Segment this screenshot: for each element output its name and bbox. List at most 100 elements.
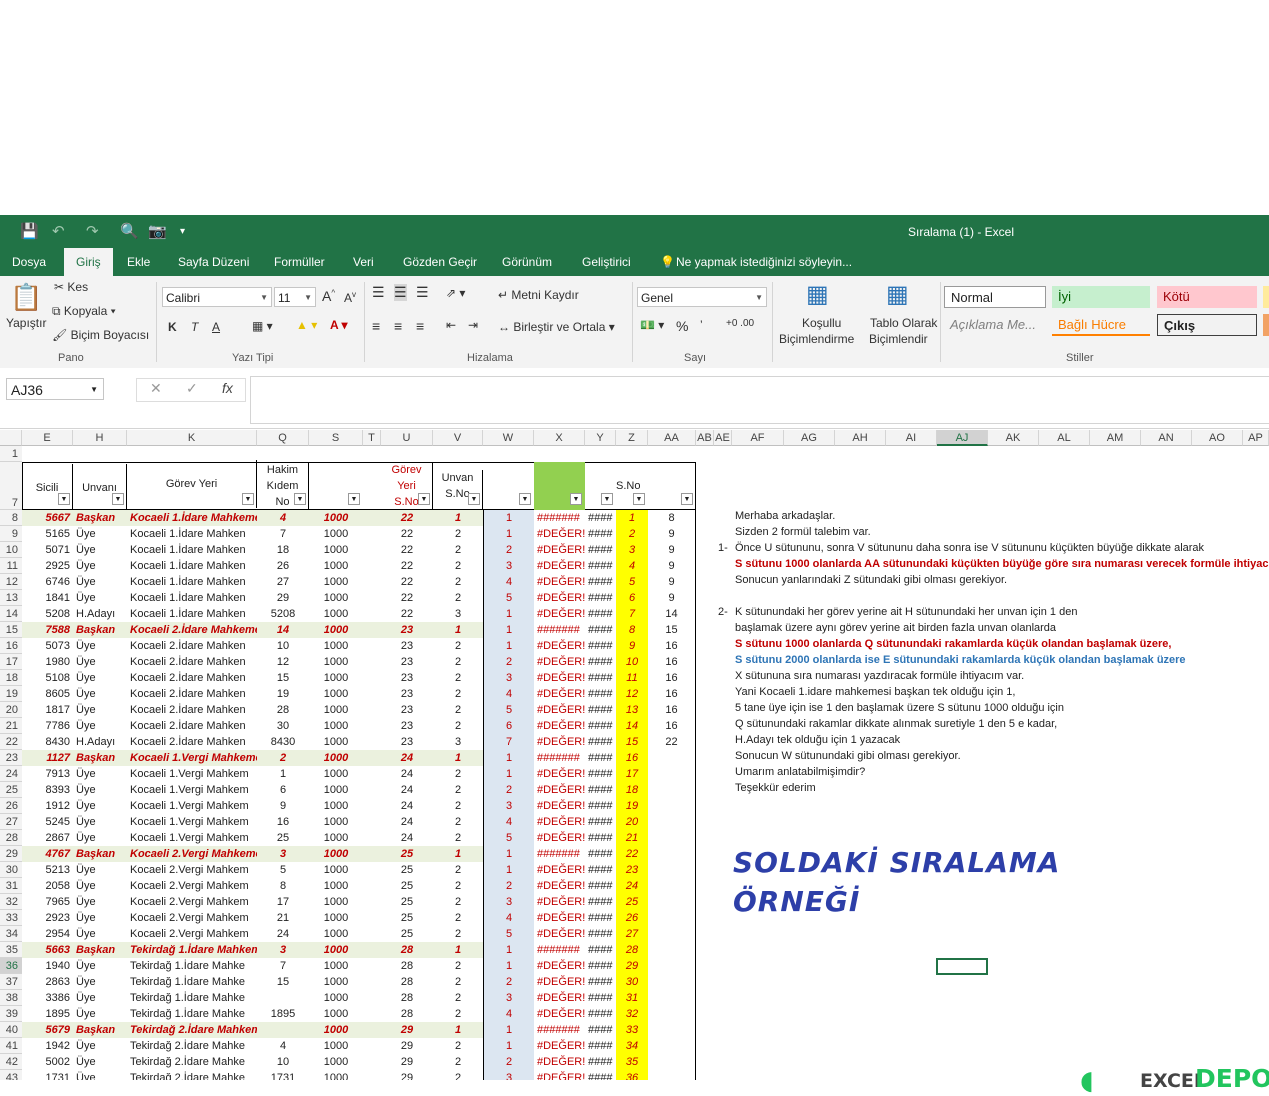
cell-x[interactable]: #DEĞER! [534, 814, 585, 830]
cell-q[interactable]: 3 [257, 942, 309, 958]
row-header[interactable]: 28 [0, 830, 22, 846]
cell-s[interactable]: 1000 [309, 686, 363, 702]
row-header[interactable]: 32 [0, 894, 22, 910]
cell-k[interactable]: Kocaeli 1.Vergi Mahkem [127, 814, 257, 830]
cell-w[interactable]: 4 [483, 574, 534, 590]
conditional-format-label2[interactable]: Biçimlendirme [779, 332, 854, 346]
cell-k[interactable]: Kocaeli 2.Vergi Mahkem [127, 862, 257, 878]
cell-v[interactable]: 2 [433, 766, 483, 782]
row-header[interactable]: 14 [0, 606, 22, 622]
cell-v[interactable]: 1 [433, 846, 483, 862]
cell-z[interactable]: 35 [616, 1054, 648, 1070]
cell-s[interactable]: 1000 [309, 750, 363, 766]
cell-h[interactable]: Üye [73, 654, 127, 670]
column-header-ai[interactable]: AI [886, 430, 937, 446]
cell-q[interactable]: 18 [257, 542, 309, 558]
filter-dropdown-icon[interactable]: ▼ [681, 493, 693, 505]
cell-k[interactable]: Kocaeli 1.Vergi Mahkem [127, 782, 257, 798]
cell-aa[interactable] [648, 894, 696, 910]
cell-w[interactable]: 3 [483, 670, 534, 686]
cell-h[interactable]: Üye [73, 958, 127, 974]
cell-e[interactable]: 8605 [22, 686, 73, 702]
cell-w[interactable]: 5 [483, 830, 534, 846]
formula-input[interactable] [250, 376, 1269, 424]
row-header[interactable]: 34 [0, 926, 22, 942]
cell-e[interactable]: 1940 [22, 958, 73, 974]
cell-z[interactable]: 13 [616, 702, 648, 718]
cell-y[interactable]: #### [585, 606, 616, 622]
cell-y[interactable]: #### [585, 654, 616, 670]
cancel-icon[interactable]: ✕ [150, 380, 162, 397]
cell-aa[interactable]: 8 [648, 510, 696, 526]
cell-q[interactable] [257, 1022, 309, 1038]
cell-z[interactable]: 27 [616, 926, 648, 942]
column-header-s[interactable]: S [309, 430, 363, 446]
cell-aa[interactable]: 16 [648, 702, 696, 718]
column-header-q[interactable]: Q [257, 430, 309, 446]
cell-u[interactable]: 29 [381, 1070, 433, 1080]
number-format-select[interactable]: Genel ▼ [637, 287, 767, 307]
cell-v[interactable]: 2 [433, 830, 483, 846]
print-preview-icon[interactable]: 🔍 [120, 222, 139, 240]
cell-x[interactable]: #DEĞER! [534, 782, 585, 798]
row-header[interactable]: 37 [0, 974, 22, 990]
cell-k[interactable]: Kocaeli 1.Vergi Mahkem [127, 798, 257, 814]
cell-y[interactable]: #### [585, 638, 616, 654]
cell-x[interactable]: #DEĞER! [534, 1038, 585, 1054]
cell-e[interactable]: 1127 [22, 750, 73, 766]
select-all-corner[interactable] [0, 430, 22, 446]
style-normal[interactable]: Normal [944, 286, 1046, 308]
cell-u[interactable]: 23 [381, 670, 433, 686]
cell-u[interactable]: 22 [381, 558, 433, 574]
cell-v[interactable]: 2 [433, 910, 483, 926]
cell-h[interactable]: H.Adayı [73, 734, 127, 750]
fill-color-icon[interactable]: ▲ ▾ [296, 318, 317, 332]
cell-h[interactable]: Üye [73, 718, 127, 734]
cell-e[interactable]: 5002 [22, 1054, 73, 1070]
cell-e[interactable]: 1817 [22, 702, 73, 718]
cell-e[interactable]: 6746 [22, 574, 73, 590]
cell-x[interactable]: #DEĞER! [534, 574, 585, 590]
column-header-v[interactable]: V [433, 430, 483, 446]
cell-h[interactable]: Üye [73, 894, 127, 910]
cell-y[interactable]: #### [585, 590, 616, 606]
cell-aa[interactable] [648, 974, 696, 990]
row-header[interactable]: 9 [0, 526, 22, 542]
cell-k[interactable]: Kocaeli 2.İdare Mahkeme [127, 622, 257, 638]
undo-icon[interactable]: ↶ [52, 222, 65, 240]
cell-x[interactable]: #DEĞER! [534, 878, 585, 894]
cell-h[interactable]: Üye [73, 542, 127, 558]
cell-x[interactable]: #DEĞER! [534, 718, 585, 734]
row-header[interactable]: 10 [0, 542, 22, 558]
cell-u[interactable]: 25 [381, 878, 433, 894]
cell-u[interactable]: 28 [381, 974, 433, 990]
cell-y[interactable]: #### [585, 782, 616, 798]
cell-z[interactable]: 18 [616, 782, 648, 798]
column-header-u[interactable]: U [381, 430, 433, 446]
cell-e[interactable]: 4767 [22, 846, 73, 862]
cell-z[interactable]: 12 [616, 686, 648, 702]
cell-e[interactable]: 1912 [22, 798, 73, 814]
tab-formuller[interactable]: Formüller [274, 255, 325, 269]
cell-y[interactable]: #### [585, 830, 616, 846]
cell-s[interactable]: 1000 [309, 670, 363, 686]
cell-v[interactable]: 1 [433, 622, 483, 638]
wrap-text-button[interactable]: ↵ Metni Kaydır [498, 288, 579, 302]
cell-w[interactable]: 3 [483, 990, 534, 1006]
cell-e[interactable]: 5108 [22, 670, 73, 686]
cell-e[interactable]: 2058 [22, 878, 73, 894]
filter-dropdown-icon[interactable]: ▼ [294, 493, 306, 505]
style-output[interactable]: Çıkış [1157, 314, 1257, 336]
cell-aa[interactable] [648, 782, 696, 798]
cell-v[interactable]: 2 [433, 974, 483, 990]
cell-q[interactable]: 6 [257, 782, 309, 798]
cell-q[interactable]: 15 [257, 670, 309, 686]
cell-z[interactable]: 9 [616, 638, 648, 654]
cell-k[interactable]: Tekirdağ 1.İdare Mahke [127, 1006, 257, 1022]
cell-y[interactable]: #### [585, 942, 616, 958]
filter-dropdown-icon[interactable]: ▼ [418, 493, 430, 505]
cell-x[interactable]: #DEĞER! [534, 558, 585, 574]
cell-y[interactable]: #### [585, 558, 616, 574]
borders-icon[interactable]: ▦ ▾ [252, 319, 273, 333]
cell-v[interactable]: 2 [433, 798, 483, 814]
